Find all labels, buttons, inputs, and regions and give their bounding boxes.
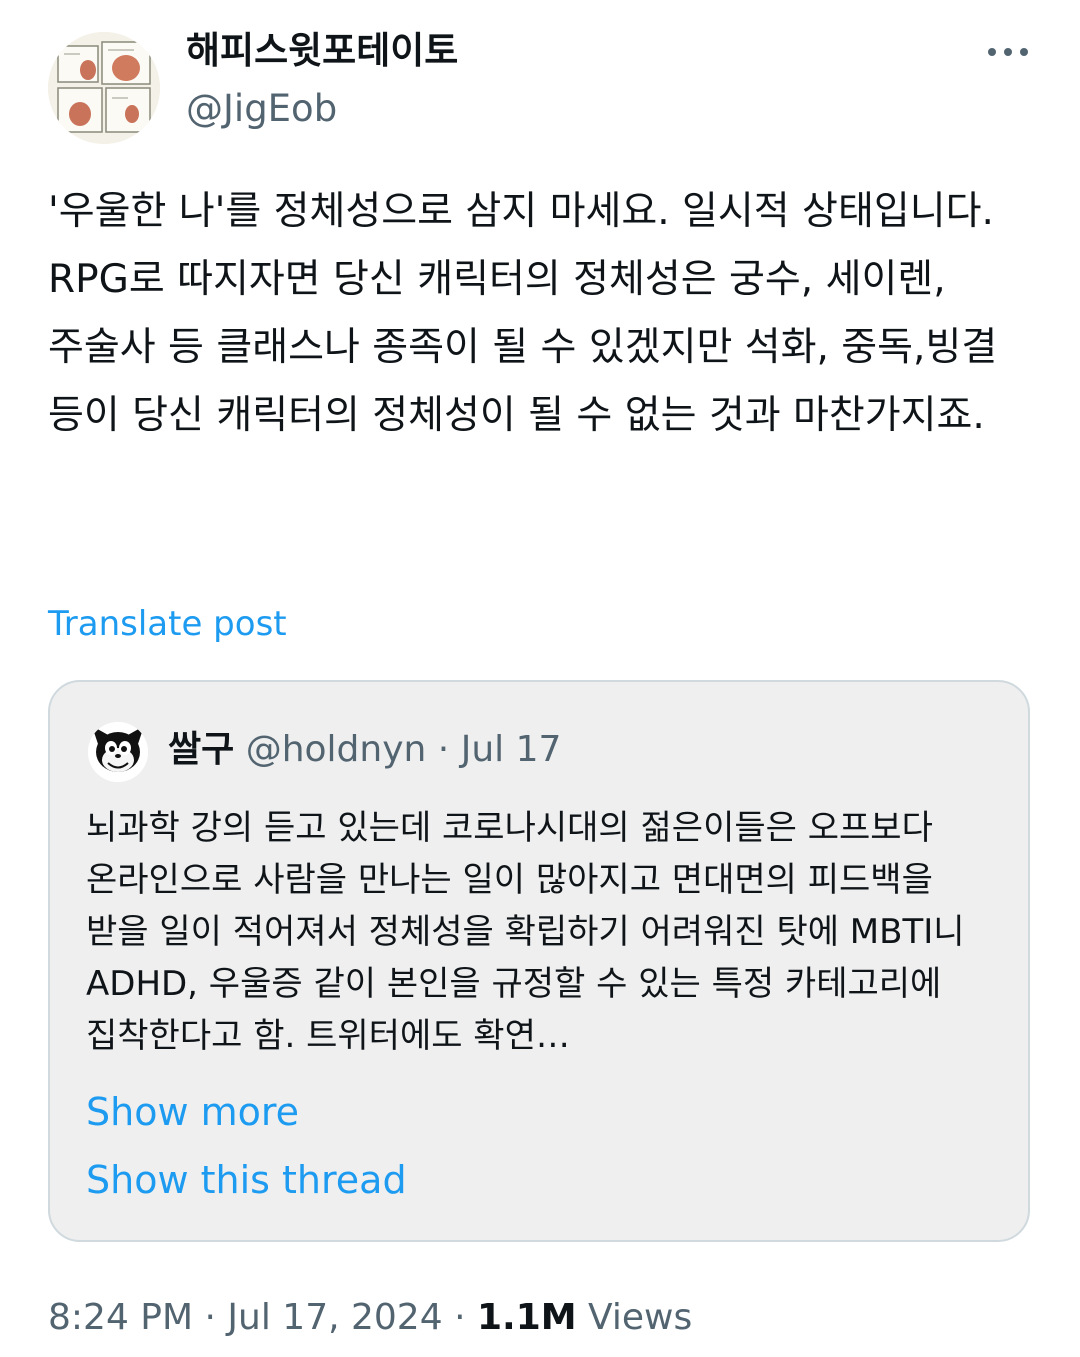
quoted-post-header: 쌀구 @holdnyn · Jul 17	[168, 724, 561, 776]
sweet-potato-comic-avatar-icon	[48, 32, 160, 144]
quoted-post-card[interactable]: 쌀구 @holdnyn · Jul 17 뇌과학 강의 듣고 있는데 코로나시대…	[48, 680, 1030, 1242]
quoted-post-text: 뇌과학 강의 듣고 있는데 코로나시대의 젊은이들은 오프보다 온라인으로 사람…	[86, 808, 965, 1056]
quoted-author-handle: @holdnyn	[245, 729, 427, 770]
quoted-author-avatar	[88, 722, 148, 782]
views-count: 1.1M	[476, 1297, 577, 1338]
more-horizontal-icon	[988, 48, 1028, 56]
author-handle[interactable]: @JigEob	[186, 84, 337, 134]
author-display-name[interactable]: 해피스윗포테이토	[186, 26, 458, 76]
post-footer: 8:24 PM · Jul 17, 2024 · 1.1M Views	[48, 1292, 692, 1344]
views-label: Views	[588, 1297, 693, 1338]
more-options-button[interactable]	[984, 36, 1032, 68]
post-date[interactable]: Jul 17, 2024	[227, 1297, 442, 1338]
show-more-link[interactable]: Show more	[86, 1084, 299, 1140]
footer-separator: ·	[454, 1297, 466, 1338]
quoted-post-date: Jul 17	[460, 729, 562, 770]
show-this-thread-link[interactable]: Show this thread	[86, 1152, 407, 1208]
translate-post-link[interactable]: Translate post	[48, 600, 287, 648]
author-avatar[interactable]	[48, 32, 160, 144]
footer-separator: ·	[204, 1297, 216, 1338]
post-time[interactable]: 8:24 PM	[48, 1297, 193, 1338]
quoted-author-display-name: 쌀구	[168, 729, 235, 770]
quoted-meta-separator: ·	[437, 729, 450, 770]
felix-the-cat-avatar-icon	[88, 722, 148, 782]
post-text: '우울한 나'를 정체성으로 삼지 마세요. 일시적 상태입니다. RPG로 따…	[48, 189, 998, 438]
